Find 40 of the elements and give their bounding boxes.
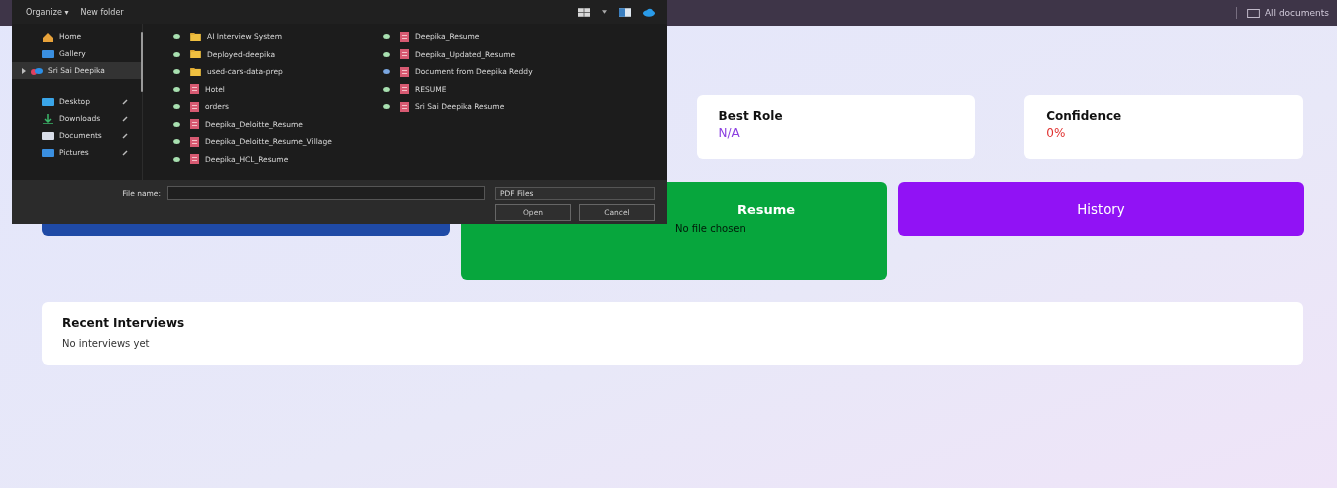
all-documents-button[interactable]: All documents	[1246, 8, 1329, 18]
home-icon	[42, 31, 54, 42]
organize-button[interactable]: Organize ▾	[26, 7, 69, 17]
download-icon	[42, 113, 54, 124]
chevron-icon[interactable]	[22, 67, 26, 74]
folder-icon	[190, 50, 201, 59]
file-status-text: No file chosen	[675, 223, 746, 234]
pdf-file-icon	[190, 101, 199, 112]
card-title: Resume	[737, 202, 796, 217]
stat-value: N/A	[718, 126, 741, 140]
pdf-file-icon	[400, 49, 409, 60]
pdf-file-icon	[190, 154, 199, 165]
stat-value: 0%	[1046, 126, 1067, 140]
caret-icon[interactable]	[602, 10, 607, 14]
folder-icon	[190, 67, 201, 76]
stat-label: Best Role	[718, 109, 784, 123]
scrollbar[interactable]	[141, 32, 143, 92]
pdf-file-icon	[190, 136, 199, 147]
action-button[interactable]: History	[898, 182, 1304, 236]
folder-icon	[42, 48, 54, 59]
view-icon[interactable]	[578, 7, 590, 17]
stat-label: Confidence	[1046, 109, 1123, 123]
preview-pane-icon[interactable]	[619, 7, 631, 17]
pdf-file-icon	[190, 84, 199, 95]
cloud-icon	[31, 65, 43, 76]
pdf-file-icon	[190, 119, 199, 130]
file-name-field[interactable]	[167, 186, 485, 200]
pdf-file-icon	[400, 66, 409, 77]
pdf-file-icon	[400, 101, 409, 112]
new-folder-button[interactable]: New folder	[80, 7, 124, 17]
folder-icon	[1246, 8, 1260, 18]
folder-icon	[190, 32, 201, 41]
pdf-file-icon	[400, 84, 409, 95]
cloud-icon[interactable]	[643, 7, 655, 17]
empty-message: No interviews yet	[62, 338, 151, 349]
section-title: Recent Interviews	[62, 316, 186, 330]
pdf-file-icon	[400, 31, 409, 42]
folder-icon	[42, 96, 54, 107]
document-icon	[42, 130, 54, 141]
folder-icon	[42, 147, 54, 158]
